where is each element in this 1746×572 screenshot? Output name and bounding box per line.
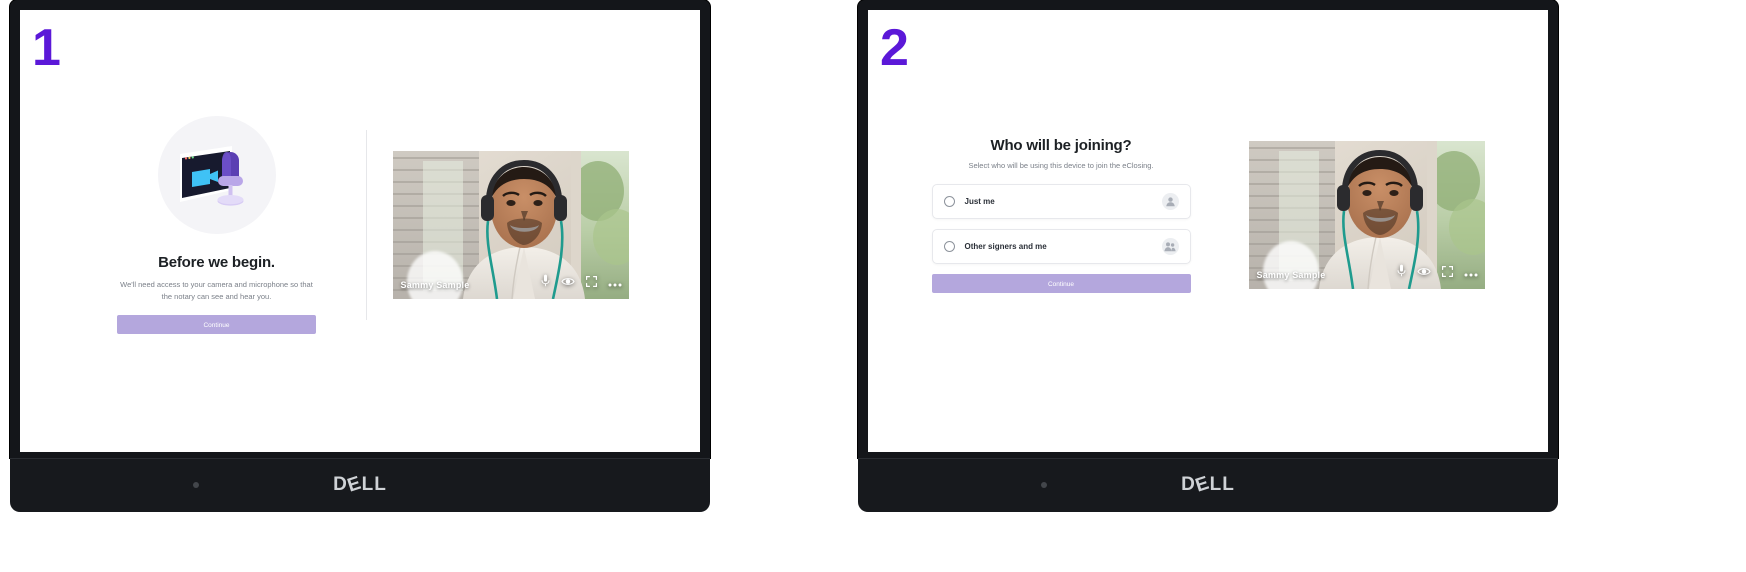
indicator-dot [1041,482,1047,488]
video-preview-tile[interactable]: Sammy Sample [1248,141,1485,289]
option-other-signers-and-me[interactable]: Other signers and me [931,229,1191,264]
video-controls-bar [541,274,622,292]
laptop-chin-2: DELL [858,458,1558,512]
page-title: Before we begin. [158,253,275,271]
more-options-icon[interactable] [1464,264,1478,282]
single-person-avatar-icon [1161,193,1179,210]
page-subtitle: Select who will be using this device to … [968,161,1154,170]
fullscreen-icon[interactable] [585,274,597,292]
video-controls-bar [1397,264,1478,282]
screen2-content: Who will be joining? Select who will be … [868,10,1548,452]
laptop-chin-1: DELL [10,458,710,512]
page-title: Who will be joining? [990,137,1132,154]
laptop-bezel-2: Who will be joining? Select who will be … [858,0,1558,458]
participant-name-label: Sammy Sample [400,280,470,290]
step-number-1: 1 [32,19,61,77]
laptop-device-2: Who will be joining? Select who will be … [858,0,1558,512]
laptop-device-1: Before we begin. We'll need access to yo… [10,0,710,512]
laptop-screen-1: Before we begin. We'll need access to yo… [20,10,700,452]
participant-name-label: Sammy Sample [1256,270,1326,280]
continue-button[interactable]: Continue [931,274,1191,293]
screen1-right-column: Sammy Sample [367,151,629,299]
microphone-icon[interactable] [541,274,550,292]
dell-logo: DELL [333,472,387,497]
laptop-screen-2: Who will be joining? Select who will be … [868,10,1548,452]
more-options-icon[interactable] [608,274,622,292]
step-number-2: 2 [880,19,909,77]
screen1-left-column: Before we begin. We'll need access to yo… [92,115,366,335]
laptop-bezel-1: Before we begin. We'll need access to yo… [10,0,710,458]
video-call-microphone-illustration [157,115,276,234]
option-label: Other signers and me [964,242,1047,251]
eye-icon[interactable] [560,274,575,292]
screen1-content: Before we begin. We'll need access to yo… [20,10,700,452]
screen2-right-column: Sammy Sample [1248,141,1485,289]
video-preview-tile[interactable]: Sammy Sample [392,151,629,299]
screen2-left-column: Who will be joining? Select who will be … [931,137,1191,293]
radio-button-just-me[interactable] [943,196,955,207]
fullscreen-icon[interactable] [1441,264,1453,282]
radio-button-other-signers[interactable] [943,241,955,252]
indicator-dot [193,482,199,488]
page-subtitle: We'll need access to your camera and mic… [120,279,313,301]
multiple-people-avatar-icon [1161,238,1179,255]
option-just-me[interactable]: Just me [931,184,1191,219]
option-label: Just me [964,197,995,206]
dell-logo: DELL [1181,472,1235,497]
screenshot-canvas: 1 Before we begin. We'll need access to … [0,0,1746,572]
eye-icon[interactable] [1416,264,1431,282]
microphone-icon[interactable] [1397,264,1406,282]
continue-button[interactable]: Continue [117,315,316,335]
